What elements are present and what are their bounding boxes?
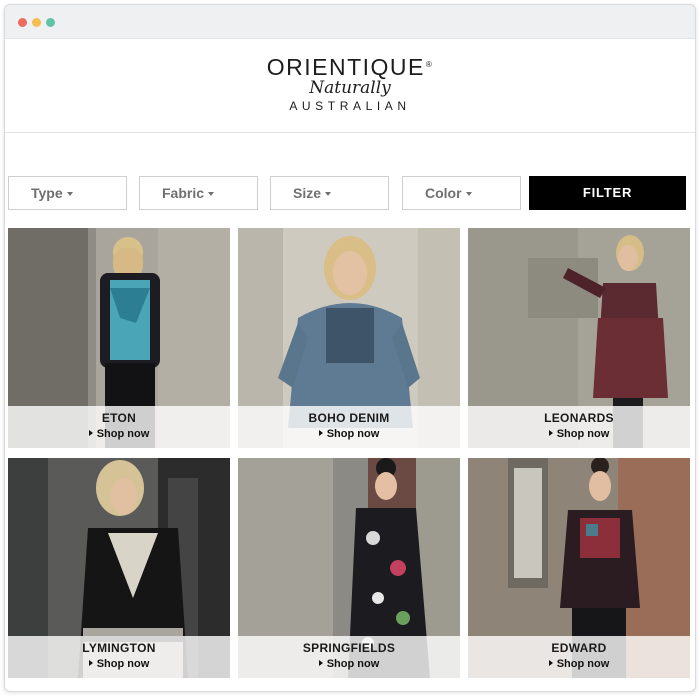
product-name: LYMINGTON <box>82 641 156 655</box>
product-label: BOHO DENIM Shop now <box>238 406 460 448</box>
shop-now-link[interactable]: Shop now <box>468 658 690 671</box>
product-name: LEONARDS <box>544 411 614 425</box>
product-card-edward[interactable]: EDWARD Shop now <box>468 458 690 678</box>
registered-mark: ® <box>425 60 434 69</box>
brand-country: AUSTRALIAN <box>289 99 411 113</box>
zoom-window-icon[interactable] <box>46 18 55 27</box>
shop-now-link[interactable]: Shop now <box>8 658 230 671</box>
type-dropdown-label: Type <box>31 185 63 201</box>
brand-logo[interactable]: ORIENTIQUE® Naturally AUSTRALIAN <box>5 55 695 114</box>
product-label: SPRINGFIELDS Shop now <box>238 636 460 678</box>
product-label: LYMINGTON Shop now <box>8 636 230 678</box>
size-dropdown[interactable]: Size <box>270 176 389 210</box>
shop-now-text: Shop now <box>96 658 150 670</box>
shop-now-text: Shop now <box>326 658 380 670</box>
product-label: EDWARD Shop now <box>468 636 690 678</box>
product-name: EDWARD <box>551 641 607 655</box>
site-header: ORIENTIQUE® Naturally AUSTRALIAN <box>5 39 695 133</box>
product-card-lymington[interactable]: LYMINGTON Shop now <box>8 458 230 678</box>
minimize-window-icon[interactable] <box>32 18 41 27</box>
product-label: LEONARDS Shop now <box>468 406 690 448</box>
arrow-right-icon <box>548 430 553 436</box>
caret-down-icon <box>208 192 215 197</box>
arrow-right-icon <box>548 660 553 666</box>
product-grid: ETON Shop now BOHO DENIM Shop now LEONAR… <box>4 224 690 686</box>
brand-name: ORIENTIQUE® <box>5 55 695 79</box>
filter-button[interactable]: FILTER <box>529 176 686 210</box>
filter-bar: Type Fabric Size Color FILTER <box>4 176 690 210</box>
product-card-springfields[interactable]: SPRINGFIELDS Shop now <box>238 458 460 678</box>
shop-now-link[interactable]: Shop now <box>468 428 690 441</box>
fabric-dropdown-label: Fabric <box>162 185 205 201</box>
shop-now-text: Shop now <box>96 428 150 440</box>
product-card-leonards[interactable]: LEONARDS Shop now <box>468 228 690 448</box>
shop-now-link[interactable]: Shop now <box>238 658 460 671</box>
close-window-icon[interactable] <box>18 18 27 27</box>
arrow-right-icon <box>318 430 323 436</box>
shop-now-link[interactable]: Shop now <box>238 428 460 441</box>
size-dropdown-label: Size <box>293 185 322 201</box>
color-dropdown[interactable]: Color <box>402 176 521 210</box>
color-dropdown-label: Color <box>425 185 462 201</box>
fabric-dropdown[interactable]: Fabric <box>139 176 258 210</box>
product-name: SPRINGFIELDS <box>302 641 396 655</box>
product-label: ETON Shop now <box>8 406 230 448</box>
shop-now-text: Shop now <box>556 658 610 670</box>
shop-now-text: Shop now <box>326 428 380 440</box>
product-name: ETON <box>101 411 137 425</box>
shop-now-link[interactable]: Shop now <box>8 428 230 441</box>
shop-now-text: Shop now <box>556 428 610 440</box>
arrow-right-icon <box>88 660 93 666</box>
arrow-right-icon <box>318 660 323 666</box>
product-card-boho-denim[interactable]: BOHO DENIM Shop now <box>238 228 460 448</box>
caret-down-icon <box>325 192 332 197</box>
title-bar <box>5 5 695 39</box>
product-name: BOHO DENIM <box>308 411 390 425</box>
brand-tagline: Naturally <box>309 78 391 98</box>
caret-down-icon <box>465 192 472 197</box>
caret-down-icon <box>66 192 73 197</box>
brand-name-text: ORIENTIQUE <box>266 54 425 80</box>
type-dropdown[interactable]: Type <box>8 176 127 210</box>
product-card-eton[interactable]: ETON Shop now <box>8 228 230 448</box>
arrow-right-icon <box>88 430 93 436</box>
